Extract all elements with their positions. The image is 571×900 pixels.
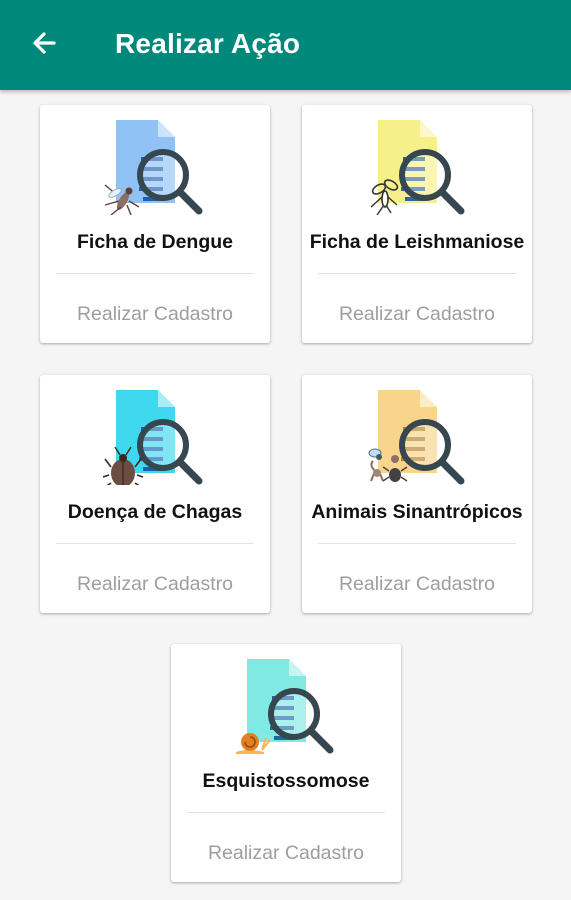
card-title: Animais Sinantrópicos bbox=[311, 501, 523, 523]
card-ficha-dengue[interactable]: Ficha de Dengue Realizar Cadastro bbox=[40, 105, 270, 343]
card-esquistossomose[interactable]: Esquistossomose Realizar Cadastro bbox=[171, 644, 401, 882]
register-button[interactable]: Realizar Cadastro bbox=[171, 842, 401, 865]
card-ficha-leishmaniose[interactable]: Ficha de Leishmaniose Realizar Cadastro bbox=[302, 105, 532, 343]
register-button[interactable]: Realizar Cadastro bbox=[40, 303, 270, 326]
card-title: Ficha de Leishmaniose bbox=[309, 231, 525, 253]
divider bbox=[318, 273, 516, 274]
register-button[interactable]: Realizar Cadastro bbox=[40, 573, 270, 596]
back-arrow-icon[interactable] bbox=[28, 27, 60, 59]
esquistossomose-document-icon bbox=[236, 659, 334, 754]
register-button[interactable]: Realizar Cadastro bbox=[302, 573, 532, 596]
chagas-document-icon bbox=[103, 390, 203, 485]
dengue-document-icon bbox=[104, 120, 203, 215]
card-doenca-chagas[interactable]: Doença de Chagas Realizar Cadastro bbox=[40, 375, 270, 613]
page-title: Realizar Ação bbox=[115, 28, 301, 59]
card-title: Esquistossomose bbox=[202, 770, 370, 792]
divider bbox=[187, 812, 385, 813]
card-animais-sinantropicos[interactable]: Animais Sinantrópicos Realizar Cadastro bbox=[302, 375, 532, 613]
divider bbox=[56, 273, 254, 274]
divider bbox=[318, 543, 516, 544]
app-bar: Realizar Ação bbox=[0, 0, 571, 90]
sinantropicos-document-icon bbox=[368, 390, 465, 485]
register-button[interactable]: Realizar Cadastro bbox=[302, 303, 532, 326]
card-title: Doença de Chagas bbox=[67, 501, 243, 523]
card-title: Ficha de Dengue bbox=[76, 231, 234, 253]
divider bbox=[56, 543, 254, 544]
leishmaniose-document-icon bbox=[370, 120, 465, 215]
